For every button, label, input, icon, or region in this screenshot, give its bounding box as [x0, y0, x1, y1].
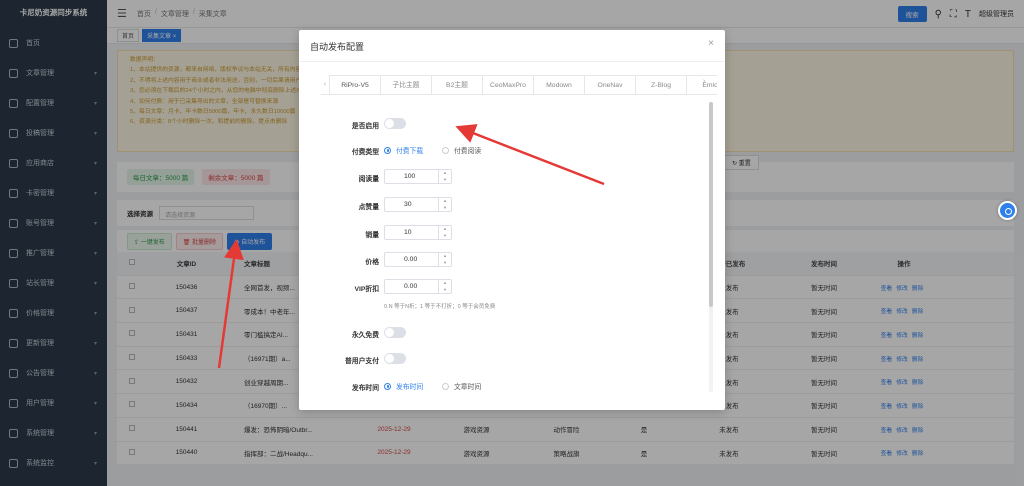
vip-discount-input[interactable]: 0.00 ▲ ▼ — [384, 279, 452, 294]
pay-type-read-radio[interactable]: 付费阅读 — [442, 145, 481, 155]
publish-time-radio[interactable]: 发布时间 — [384, 381, 423, 391]
article-time-radio[interactable]: 文章时间 — [442, 381, 481, 391]
price-label: 价格 — [365, 259, 379, 266]
pay-type-label: 付费类型 — [351, 149, 379, 156]
theme-tab[interactable]: CeoMaxPro — [482, 75, 534, 94]
tab-next-icon[interactable]: › — [703, 78, 705, 85]
theme-tab[interactable]: Modown — [533, 75, 585, 94]
vip-discount-label: VIP折扣 — [354, 286, 379, 293]
pay-type-download-radio[interactable]: 付费下载 — [384, 145, 423, 155]
read-count-label: 阅读量 — [358, 176, 379, 183]
like-count-input[interactable]: 30 ▲ ▼ — [384, 197, 452, 212]
theme-tab[interactable]: RiPro-V5 — [329, 75, 381, 94]
enabled-toggle[interactable] — [384, 118, 406, 129]
vip-hint: 0.N 等于N折；1 等于不打折；0 等于会员免费 — [384, 304, 496, 310]
permanent-free-label: 永久免费 — [351, 332, 379, 339]
tab-prev-icon[interactable]: ‹ — [321, 75, 329, 94]
price-input[interactable]: 0.00 ▲ ▼ — [384, 252, 452, 267]
modal-title: 自动发布配置 — [310, 42, 365, 52]
theme-tab[interactable]: B2主题 — [431, 75, 483, 94]
read-count-input[interactable]: 100 ▲ ▼ — [384, 169, 452, 184]
theme-tab[interactable]: Emlog — [686, 75, 717, 94]
publish-time-label: 发布时间 — [351, 385, 379, 392]
theme-tab[interactable]: OneNav — [584, 75, 636, 94]
floating-help-icon[interactable] — [998, 201, 1017, 220]
normal-pay-toggle[interactable] — [384, 353, 406, 364]
auto-publish-modal: 自动发布配置 × ‹ RiPro-V5 子比主题 B2主题 CeoMaxPro Modo… — [299, 30, 725, 410]
sales-input[interactable]: 10 ▲ ▼ — [384, 225, 452, 240]
theme-tab[interactable]: Z-Blog — [635, 75, 687, 94]
like-count-label: 点赞量 — [358, 204, 379, 211]
enabled-label: 是否启用 — [351, 123, 379, 130]
close-icon[interactable]: × — [708, 38, 714, 49]
sales-label: 销量 — [365, 232, 379, 239]
modal-scrollbar[interactable] — [709, 102, 713, 307]
permanent-free-toggle[interactable] — [384, 327, 406, 338]
normal-pay-label: 普用户支付 — [345, 358, 379, 365]
theme-tabs: ‹ RiPro-V5 子比主题 B2主题 CeoMaxPro Modown OneNav Z… — [321, 75, 717, 95]
theme-tab[interactable]: 子比主题 — [380, 75, 432, 94]
